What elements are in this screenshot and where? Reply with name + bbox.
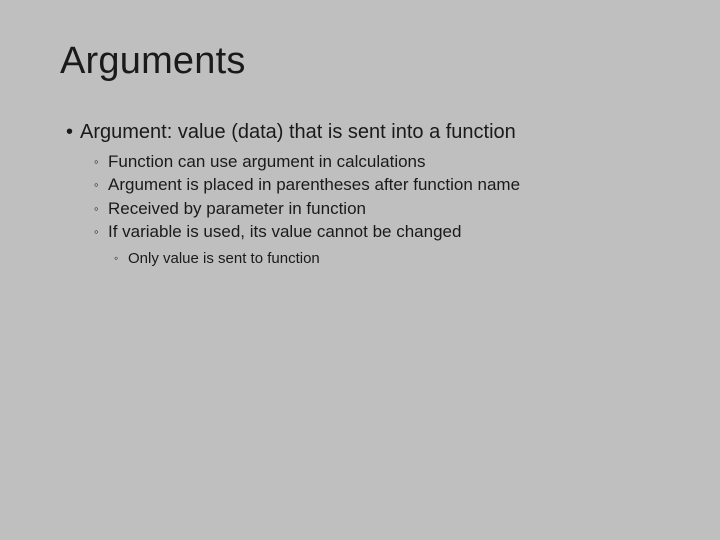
- bullet-level1: •Argument: value (data) that is sent int…: [66, 120, 680, 145]
- bullet-level3: ◦Only value is sent to function: [114, 250, 680, 269]
- ring-bullet-icon: ◦: [94, 201, 108, 217]
- level3-text: Only value is sent to function: [128, 250, 320, 267]
- bullet-level2: ◦Received by parameter in function: [94, 198, 680, 219]
- level1-text: Argument: value (data) that is sent into…: [80, 121, 516, 143]
- bullet-level2: ◦If variable is used, its value cannot b…: [94, 221, 680, 242]
- bullet-level2: ◦Function can use argument in calculatio…: [94, 151, 680, 172]
- slide-content: •Argument: value (data) that is sent int…: [66, 120, 680, 271]
- bullet-level2: ◦Argument is placed in parentheses after…: [94, 174, 680, 195]
- disc-bullet-icon: •: [66, 120, 80, 145]
- ring-bullet-icon: ◦: [94, 224, 108, 240]
- slide-title: Arguments: [60, 40, 246, 83]
- ring-bullet-icon: ◦: [94, 177, 108, 193]
- level2-text: Argument is placed in parentheses after …: [108, 175, 520, 194]
- level2-text: If variable is used, its value cannot be…: [108, 222, 461, 241]
- level2-text: Received by parameter in function: [108, 199, 366, 218]
- ring-bullet-icon: ◦: [114, 251, 128, 266]
- slide: Arguments •Argument: value (data) that i…: [0, 0, 720, 540]
- ring-bullet-icon: ◦: [94, 154, 108, 170]
- level2-text: Function can use argument in calculation…: [108, 152, 426, 171]
